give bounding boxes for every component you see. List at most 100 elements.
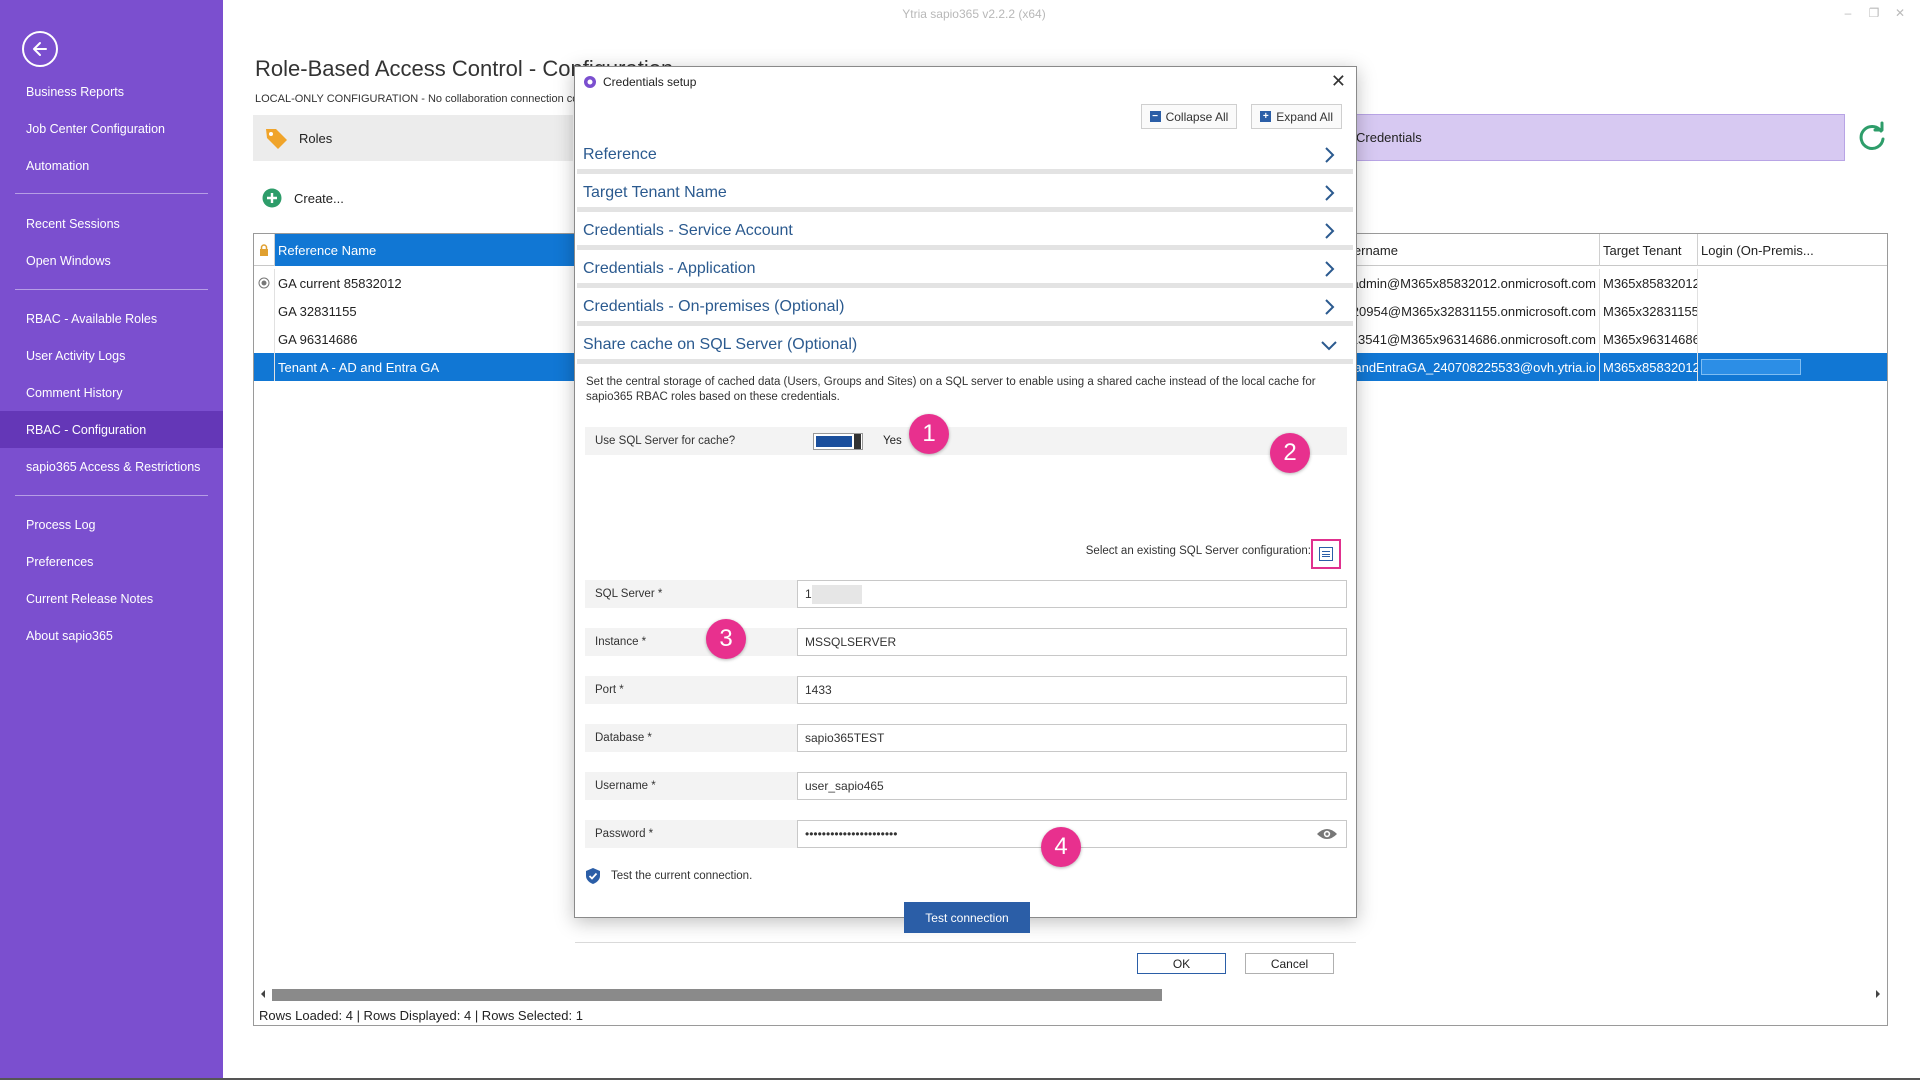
eye-icon[interactable] [1316, 827, 1338, 841]
cell-target-tenant: M365x85832012.onmicrosoft.com [1599, 269, 1697, 297]
sql-cache-description: Set the central storage of cached data (… [586, 376, 1316, 403]
section-label: Credentials - On-premises (Optional) [583, 298, 845, 315]
app-logo-icon [584, 76, 596, 88]
cell-login [1697, 297, 1887, 325]
dialog-titlebar: Credentials setup [575, 67, 1356, 97]
cell-username: svc_TenantAADandEntraGA_240708225533@ovh… [1354, 353, 1599, 381]
restore-icon[interactable]: ❐ [1868, 6, 1880, 20]
nav-label: User Activity Logs [26, 348, 126, 363]
tab-credentials[interactable]: Credentials [1320, 114, 1845, 161]
nav-recent-sessions[interactable]: Recent Sessions [0, 205, 223, 242]
nav-label: Current Release Notes [26, 591, 154, 606]
nav-label: Business Reports [26, 84, 124, 99]
tab-roles[interactable]: Roles [253, 115, 573, 161]
instance-field[interactable]: MSSQLSERVER [797, 628, 1347, 656]
section-on-premises[interactable]: Credentials - On-premises (Optional) [577, 293, 1353, 326]
sql-server-field[interactable]: 1 0 [797, 580, 1347, 608]
port-field[interactable]: 1433 [797, 676, 1347, 704]
nav-comment-history[interactable]: Comment History [0, 374, 223, 411]
radio-dot-icon [258, 277, 270, 289]
close-window-icon[interactable]: ✕ [1894, 6, 1906, 20]
create-button[interactable]: Create... [262, 188, 344, 208]
dialog-footer-divider [575, 942, 1356, 943]
plus-circle-icon [262, 188, 282, 208]
col-target-tenant[interactable]: Target Tenant [1599, 234, 1697, 266]
refresh-button[interactable] [1855, 120, 1889, 154]
nav-business-reports[interactable]: Business Reports [0, 73, 223, 110]
col-username[interactable]: Username [1354, 234, 1599, 266]
test-connection-button[interactable]: Test connection [904, 902, 1030, 933]
status-bar: Rows Loaded: 4 | Rows Displayed: 4 | Row… [259, 1008, 583, 1023]
minimize-icon[interactable]: – [1842, 6, 1854, 20]
nav-job-center-configuration[interactable]: Job Center Configuration [0, 110, 223, 147]
database-field[interactable]: sapio365TEST [797, 724, 1347, 752]
nav-label: Recent Sessions [26, 216, 120, 231]
select-existing-config-button[interactable] [1311, 539, 1341, 569]
tag-icon [266, 129, 287, 149]
sidebar: Business Reports Job Center Configuratio… [0, 0, 223, 1080]
use-sql-toggle[interactable] [813, 433, 863, 450]
chevron-right-icon [1325, 185, 1335, 201]
nav-user-activity-logs[interactable]: User Activity Logs [0, 337, 223, 374]
dialog-close-icon[interactable]: ✕ [1331, 71, 1346, 91]
horizontal-scrollbar[interactable] [258, 987, 1883, 1001]
section-service-account[interactable]: Credentials - Service Account [577, 217, 1353, 250]
page-subtitle: LOCAL-ONLY CONFIGURATION - No collaborat… [255, 93, 619, 105]
existing-config-label: Select an existing SQL Server configurat… [1085, 545, 1311, 557]
cell-reference-name: GA 96314686 [274, 325, 574, 353]
cell-reference-name: Tenant A - AD and Entra GA [274, 353, 574, 381]
current-row-indicator [254, 269, 274, 297]
dialog-title: Credentials setup [603, 75, 697, 89]
use-sql-value: Yes [883, 435, 902, 447]
use-sql-row: Use SQL Server for cache? Yes [585, 427, 1347, 455]
section-label: Reference [583, 146, 657, 163]
col-login[interactable]: Login (On-Premis... [1697, 234, 1887, 266]
nav-preferences[interactable]: Preferences [0, 543, 223, 580]
section-application[interactable]: Credentials - Application [577, 255, 1353, 288]
nav-access-restrictions[interactable]: sapio365 Access & Restrictions [0, 448, 223, 485]
username-field[interactable]: user_sapio465 [797, 772, 1347, 800]
cell-reference-name: GA current 85832012 [274, 269, 574, 297]
instance-row: Instance * MSSQLSERVER [585, 628, 1347, 656]
expand-all-button[interactable]: + Expand All [1251, 104, 1342, 129]
scroll-left-icon[interactable] [258, 987, 268, 1001]
scroll-right-icon[interactable] [1873, 987, 1883, 1001]
nav-open-windows[interactable]: Open Windows [0, 242, 223, 279]
nav-about[interactable]: About sapio365 [0, 617, 223, 654]
password-row: Password * •••••••••••••••••••••• [585, 820, 1347, 848]
collapse-all-label: Collapse All [1165, 109, 1229, 124]
username-row: Username * user_sapio465 [585, 772, 1347, 800]
ok-button[interactable]: OK [1137, 953, 1226, 974]
scrollbar-thumb[interactable] [272, 989, 1162, 1001]
cell-target-tenant: M365x85832012.onmicrosoft.com [1599, 353, 1697, 381]
cell-username: svc_96314686_240709213541@M365x96314686.… [1354, 325, 1599, 353]
cell-target-tenant: M365x32831155.onmicrosoft.com [1599, 297, 1697, 325]
port-row: Port * 1433 [585, 676, 1347, 704]
nav-label: RBAC - Configuration [26, 422, 147, 437]
username-label: Username * [595, 780, 656, 792]
cell-username: svc_32831155_240709220954@M365x32831155.… [1354, 297, 1599, 325]
nav-rbac-configuration[interactable]: RBAC - Configuration [0, 411, 223, 448]
section-target-tenant-name[interactable]: Target Tenant Name [577, 179, 1353, 212]
toggle-fill [816, 436, 852, 447]
create-label: Create... [294, 190, 344, 206]
nav-process-log[interactable]: Process Log [0, 506, 223, 543]
callout-3: 3 [706, 619, 746, 659]
expand-icon: + [1260, 111, 1272, 122]
nav-rbac-available-roles[interactable]: RBAC - Available Roles [0, 300, 223, 337]
collapse-icon: − [1149, 111, 1161, 122]
nav-release-notes[interactable]: Current Release Notes [0, 580, 223, 617]
cell-login [1697, 269, 1887, 297]
section-reference[interactable]: Reference [577, 141, 1353, 174]
nav-automation[interactable]: Automation [0, 147, 223, 184]
window-controls: – ❐ ✕ [1842, 6, 1906, 20]
nav-separator [15, 495, 208, 496]
nav-label: RBAC - Available Roles [26, 311, 158, 326]
sql-server-row: SQL Server * 1 0 [585, 580, 1347, 608]
back-button[interactable] [22, 31, 58, 67]
cancel-button[interactable]: Cancel [1245, 953, 1334, 974]
col-reference-name[interactable]: Reference Name [274, 234, 574, 266]
callout-4: 4 [1041, 827, 1081, 867]
section-share-cache-sql[interactable]: Share cache on SQL Server (Optional) [577, 331, 1353, 364]
collapse-all-button[interactable]: − Collapse All [1140, 104, 1238, 129]
